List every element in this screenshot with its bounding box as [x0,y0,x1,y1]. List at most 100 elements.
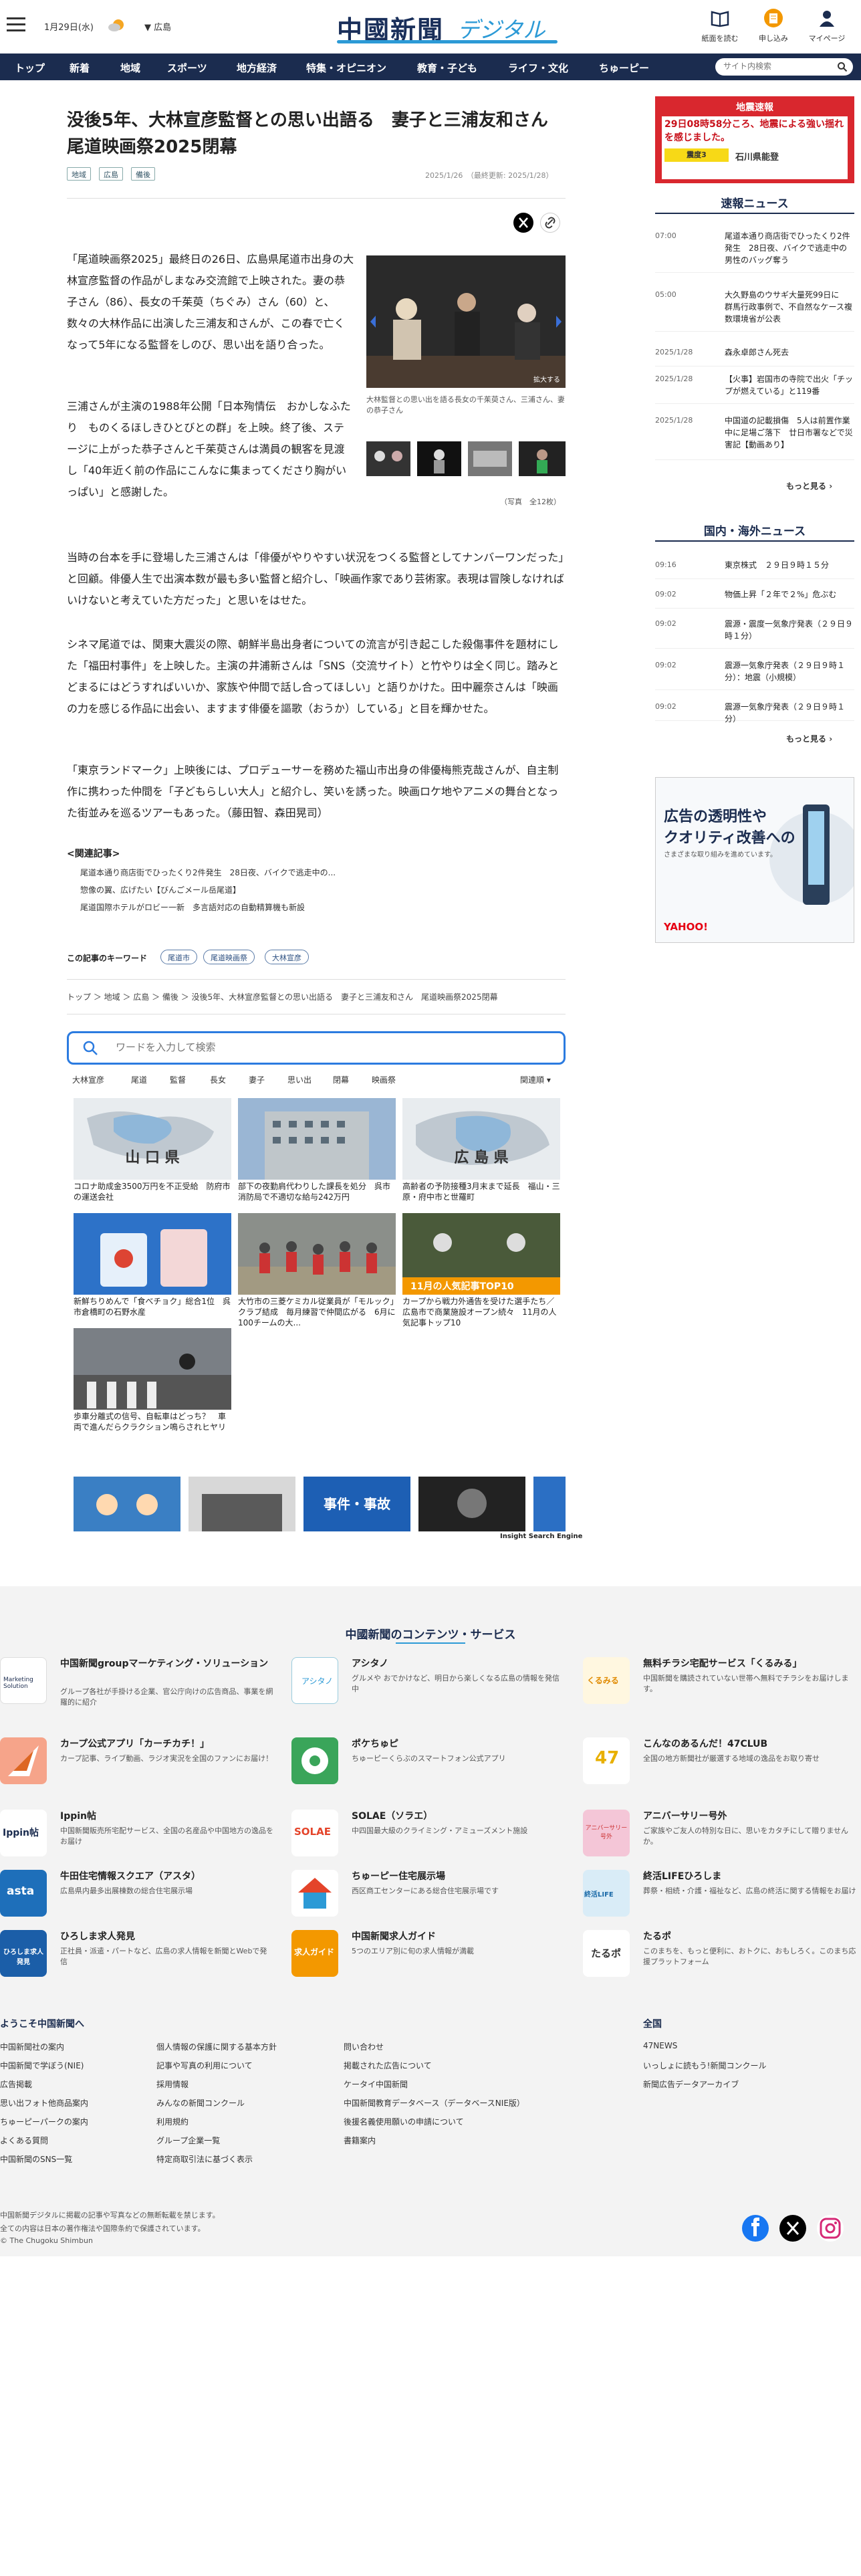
keyword-chip-3[interactable]: 大林宣彦 [265,950,309,964]
main-photo[interactable]: 拡大する [366,255,566,388]
insight-card-4[interactable]: 新鮮ちりめんで「食べチョク」総合1位 呉市倉橋町の石野水産 [74,1213,231,1328]
footer-link[interactable]: ちゅーピーパークの案内 [0,2116,88,2127]
service-asta[interactable]: asta 牛田住宅情報スクエア（アスタ） 広島県内最多出展棟数の総合住宅展示場 [0,1870,267,1923]
service-carp-app[interactable]: カープ公式アプリ「カーチカチ！」 カープ記事、ライブ動画、ラジオ実況を全国のファン… [0,1737,273,1791]
strip-card-2[interactable] [189,1477,295,1531]
footer-link[interactable]: 中国新聞教育データベース（データベースNIE版） [344,2097,525,2109]
service-marketing[interactable]: Marketing Solution 中国新聞groupマーケティング・ソリューシ… [0,1657,273,1711]
service-pokechupi[interactable]: ポケちゅピ ちゅーピーくらぶのスマートフォン公式アプリ [291,1737,559,1791]
sort-select[interactable]: 関連順 ▾ [520,1074,551,1085]
tag-hiroshima[interactable]: 広島 [99,167,123,181]
footer-link[interactable]: 中国新聞のSNS一覧 [0,2153,72,2165]
service-ippin[interactable]: Ippin帖 Ippin帖 中国新聞販売所宅配サービス、全国の名産品や中国地方の逸品… [0,1810,273,1863]
breadcrumb[interactable]: トップ ＞ 地域 ＞ 広島 ＞ 備後 ＞ 没後5年、大林宣彦監督との思い出語る … [67,991,498,1002]
footer-link[interactable]: 特定商取引法に基づく表示 [156,2153,253,2165]
paper-button[interactable]: 紙面を読む [699,8,741,48]
insight-chip-2[interactable]: 尾道 [131,1074,147,1085]
footer-link[interactable]: ケータイ中国新聞 [344,2078,408,2090]
related-link-1[interactable]: 尾道本通り商店街でひったくり2件発生 28日夜、バイクで逃走中の... [80,867,336,878]
footer-link[interactable]: みんなの新聞コンクール [156,2097,245,2109]
world-news-item-4[interactable]: 09:02 震源一気象庁発表（２９日９時１分）：地震（小規模） [655,659,854,690]
service-anniversary[interactable]: アニバーサリー号外 アニバーサリー号外 ご家族やご友人の特別な日に、思いをカタチにし… [583,1810,850,1863]
local-news-item-5[interactable]: 2025/1/28 中国道の記載損傷 5人は前置作業中に足場ご落下 廿日市署などで… [655,415,854,460]
footer-link[interactable]: 利用規約 [156,2116,189,2127]
footer-link[interactable]: 思い出フォト他商品案内 [0,2097,88,2109]
mypage-button[interactable]: マイページ [806,8,848,48]
more-local-news[interactable]: もっと見る › [786,480,832,492]
world-news-item-3[interactable]: 09:02 震源・震度一気象庁発表（２９日９時１分） [655,618,854,649]
footer-link[interactable]: 新聞広告データアーカイブ [643,2078,739,2090]
insight-card-5[interactable]: 大竹市の三菱ケミカル従業員が「モルック」クラブ結成 毎月練習で仲間広がる 6月に… [238,1213,396,1328]
earthquake-alert[interactable]: 地震速報 29日08時58分ころ、地震による強い揺れを感じました。 震度3 石川… [655,96,854,183]
region-selector[interactable]: ▼ 広島 [144,20,171,33]
footer-link[interactable]: よくある質問 [0,2135,48,2146]
service-hiroshima-job[interactable]: ひろしま求人発見 ひろしま求人発見 正社員・派遣・パートなど、広島の求人情報を新聞と… [0,1930,267,1983]
local-news-item-3[interactable]: 2025/1/28 森永卓郎さん死去 [655,346,854,366]
insight-chip-8[interactable]: 映画祭 [372,1074,396,1085]
x-share-icon[interactable] [513,213,533,233]
insight-chip-4[interactable]: 長女 [210,1074,226,1085]
insight-card-7[interactable]: 歩車分離式の信号、自転車はどっち？ 車両で進んだらクラクション鳴らされヒヤリ [74,1328,231,1443]
world-news-item-5[interactable]: 09:02 震源一気象庁発表（２９日９時１分） [655,701,854,724]
service-47club[interactable]: 47 こんなのあるんだ！47CLUB 全国の地方新聞社が厳選する地域の逸品をお取り寄… [583,1737,850,1791]
footer-link[interactable]: 書籍案内 [344,2135,376,2146]
nav-sports[interactable]: スポーツ [167,61,207,75]
nav-economy[interactable]: 地方経済 [237,61,277,75]
insight-card-2[interactable]: 部下の夜勤肩代わりした課長を処分 呉市消防局で不適切な給与242万円 [238,1098,396,1213]
local-news-item-2[interactable]: 05:00 大久野島のウサギ大量死99日に 群馬行政事例で、不自然なケース複数環境… [655,289,854,332]
footer-link[interactable]: グループ企業一覧 [156,2135,220,2146]
menu-icon[interactable] [7,17,25,32]
keyword-chip-1[interactable]: 尾道市 [160,950,197,964]
insight-card-6[interactable]: 11月の人気記事TOP10 カープから戦力外通告を受けた選手たち／広島市で商業施… [402,1213,560,1328]
service-chupi-house[interactable]: ちゅーピー住宅展示場 西区商工センターにある総合住宅展示場です [291,1870,559,1923]
insight-search-box[interactable] [67,1031,566,1065]
tag-region[interactable]: 地域 [67,167,91,181]
photo-thumb-4[interactable] [519,441,566,476]
insight-chip-1[interactable]: 大林宣彦 [72,1074,104,1085]
strip-card-5[interactable] [533,1477,566,1531]
insight-chip-6[interactable]: 思い出 [287,1074,312,1085]
nav-new[interactable]: 新着 [70,61,90,75]
world-news-item-1[interactable]: 09:16 東京株式 ２９日９時１５分 [655,559,854,579]
service-solae[interactable]: SOLAE SOLAE（ソラエ） 中四国最大級のクライミング・アミューズメント施設 [291,1810,559,1863]
subscribe-button[interactable]: 申し込み [753,8,794,48]
photo-thumb-1[interactable] [366,441,410,476]
instagram-icon[interactable] [817,2215,844,2242]
footer-link[interactable]: 記事や写真の利用について [156,2060,253,2071]
footer-link[interactable]: 中国新聞社の案内 [0,2041,64,2052]
insight-chip-3[interactable]: 監督 [170,1074,186,1085]
ad-banner[interactable]: 広告の透明性や クオリティ改善への さまざまな取り組みを進めています。 YAHO… [655,777,854,943]
nav-top[interactable]: トップ [15,61,45,75]
site-search-input[interactable] [723,62,830,71]
service-ashitano[interactable]: アシタノ アシタノ グルメや おでかけなど、明日から楽しくなる広島の情報を発信中 [291,1657,560,1711]
more-world-news[interactable]: もっと見る › [786,733,832,744]
nav-feature[interactable]: 特集・オピニオン [306,61,386,75]
strip-card-1[interactable] [74,1477,180,1531]
facebook-icon[interactable] [742,2215,769,2242]
footer-link[interactable]: 広告掲載 [0,2078,32,2090]
insight-card-3[interactable]: 広 島 県 高齢者の予防接種3月末まで延長 福山・三原・府中市と世羅町 [402,1098,560,1213]
related-link-3[interactable]: 尾道国際ホテルがロビー一新 多言語対応の自動精算機も新設 [80,901,305,913]
photo-thumb-2[interactable] [417,441,461,476]
site-logo[interactable]: 中國新聞 デジタル [337,7,558,45]
local-news-item-4[interactable]: 2025/1/28 【火事】岩国市の寺院で出火「チップが燃えている」と119番 [655,373,854,404]
link-copy-icon[interactable] [540,213,560,233]
related-link-2[interactable]: 惣像の翼、広げたい【びんごメール岳尾道】 [80,884,241,895]
x-icon[interactable] [779,2215,806,2242]
nav-education[interactable]: 教育・子ども [417,61,477,75]
expand-label[interactable]: 拡大する [533,374,560,384]
keyword-chip-2[interactable]: 尾道映画祭 [203,950,255,964]
footer-link[interactable]: いっしょに読もう!新聞コンクール [643,2060,766,2071]
site-search[interactable] [715,58,853,76]
nav-chupi[interactable]: ちゅーピー [599,61,649,75]
insight-chip-7[interactable]: 閉幕 [333,1074,349,1085]
service-shukatsu[interactable]: 終活LIFE 終活LIFEひろしま 葬祭・相続・介護・福祉など、広島の終活に関する情… [583,1870,856,1923]
strip-card-3[interactable]: 事件・事故 [303,1477,410,1531]
footer-link[interactable]: 個人情報の保護に関する基本方針 [156,2041,277,2052]
strip-card-4[interactable] [418,1477,525,1531]
insight-card-1[interactable]: 山 口 県 コロナ助成金3500万円を不正受給 防府市の運送会社 [74,1098,231,1213]
footer-link[interactable]: 中国新聞で学ぼう(NIE) [0,2060,84,2071]
service-tarupo[interactable]: たるポ たるポ このまちを、もっと便利に、おトクに、おもしろく。このまち応援プラット… [583,1930,856,1983]
insight-chip-5[interactable]: 妻子 [249,1074,265,1085]
search-icon[interactable] [837,62,848,72]
